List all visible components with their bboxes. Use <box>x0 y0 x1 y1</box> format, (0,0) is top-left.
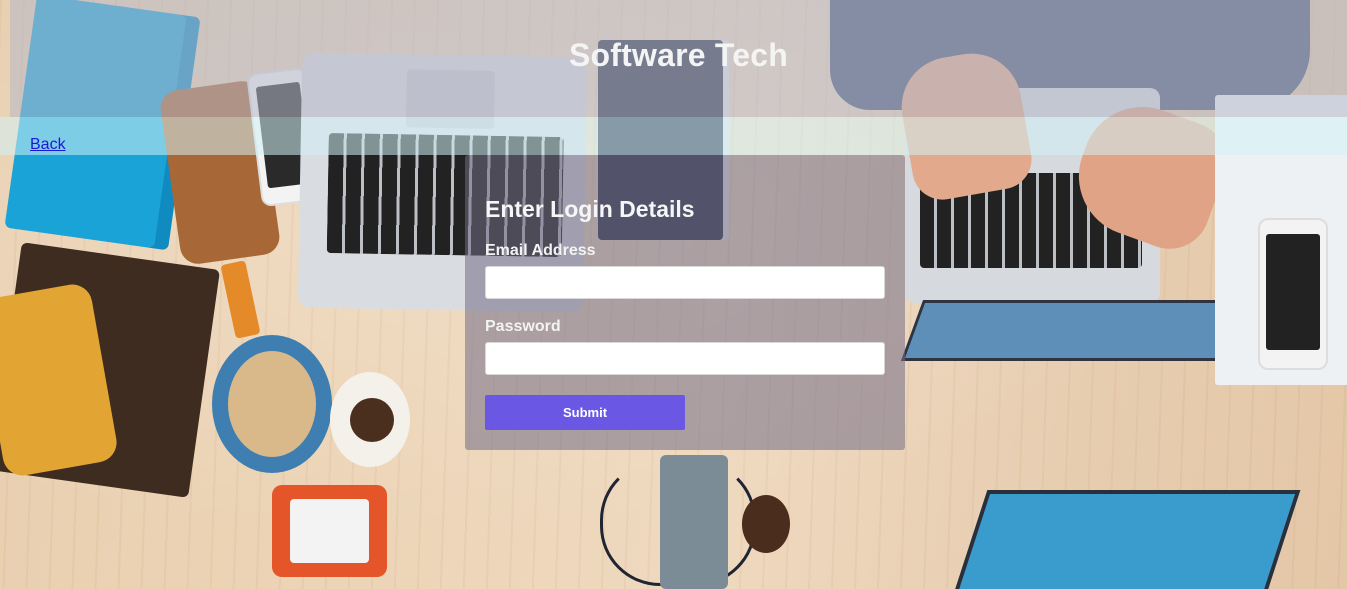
small-coffee-image <box>742 495 790 553</box>
nut-bowl-image <box>212 335 332 473</box>
back-link[interactable]: Back <box>30 136 66 154</box>
submit-button[interactable]: Submit <box>485 395 685 430</box>
site-header: Software Tech <box>10 0 1347 117</box>
site-title: Software Tech <box>569 37 788 73</box>
login-form-title: Enter Login Details <box>485 196 695 222</box>
email-label: Email Address <box>485 242 596 259</box>
right-phone-image <box>1258 218 1328 370</box>
nav-band <box>0 117 1347 155</box>
bottom-laptop-image <box>952 490 1301 589</box>
login-form-panel: Enter Login Details Email Address Passwo… <box>465 155 905 450</box>
email-field[interactable] <box>485 266 885 299</box>
password-label: Password <box>485 318 561 335</box>
coffee-cup-image <box>330 372 410 467</box>
password-field[interactable] <box>485 342 885 375</box>
right-laptop-screen-image <box>900 300 1250 361</box>
orange-hard-drive-image <box>272 485 387 577</box>
gray-hard-drive-image <box>660 455 728 589</box>
